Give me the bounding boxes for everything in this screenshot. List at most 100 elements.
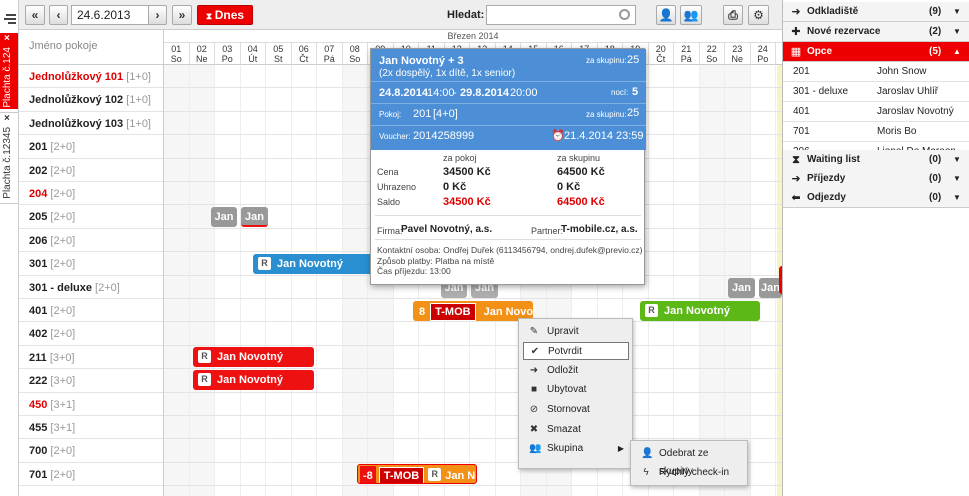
first-button[interactable]: «	[25, 5, 45, 25]
opce-item[interactable]: 301 - deluxe Jaroslav Uhlíř	[783, 82, 969, 102]
chevron-down-icon: ▼	[953, 155, 961, 164]
room-capacity: [2+0]	[50, 164, 76, 177]
day-name: Čt	[656, 54, 666, 64]
room-capacity: [3+1]	[50, 398, 76, 411]
room-name[interactable]: 701 [2+0]	[29, 469, 75, 481]
menu-item-smazat[interactable]: ✖ Smazat	[523, 421, 629, 439]
room-label: Jednolůžkový 102	[29, 94, 124, 107]
room-name[interactable]: Jednolůžkový 103 [1+0]	[29, 118, 151, 130]
prev-button[interactable]: ‹	[49, 5, 68, 25]
room-name[interactable]: 402 [2+0]	[29, 328, 75, 340]
room-name[interactable]: 201 [2+0]	[29, 141, 75, 153]
opce-item[interactable]: 401 Jaroslav Novotný	[783, 102, 969, 122]
menu-item-skupina[interactable]: 👥 Skupina ▶	[523, 440, 629, 458]
day-header: 23 Ne	[725, 43, 751, 65]
reservation-bar[interactable]: 8T-MOBJan Novotn	[413, 301, 533, 321]
room-name[interactable]: 700 [2+0]	[29, 445, 75, 457]
opce-guest: Moris Bo	[877, 126, 917, 137]
panel-odjezdy[interactable]: ⬅ Odjezdy (0) ▼	[783, 188, 969, 208]
room-capacity: [1+0]	[126, 117, 151, 130]
room-capacity: [2+0]	[50, 211, 76, 224]
close-icon[interactable]: ×	[4, 113, 10, 124]
search-icon[interactable]	[619, 9, 630, 20]
today-button[interactable]: ⧗ Dnes	[197, 5, 253, 25]
room-name[interactable]: 205 [2+0]	[29, 211, 75, 223]
room-name[interactable]: 301 [2+0]	[29, 258, 75, 270]
menu-item-odebrat-ze-skupiny[interactable]: 👤 Odebrat ze skupiny	[635, 445, 745, 477]
room-name[interactable]: 455 [3+1]	[29, 422, 75, 434]
menu-item-ubytovat[interactable]: ■ Ubytovat	[523, 381, 629, 399]
day-name: Čt	[299, 54, 309, 64]
print-icon[interactable]: ⎙	[723, 5, 743, 25]
day-number: 21	[681, 44, 692, 54]
room-label: 301 - deluxe	[29, 281, 92, 294]
room-name[interactable]: 204 [2+0]	[29, 188, 75, 200]
panel-waiting-list[interactable]: ⧗ Waiting list (0) ▼	[783, 150, 969, 170]
opce-room: 301 - deluxe	[793, 86, 849, 97]
check-icon: ✔	[530, 346, 540, 357]
search-input[interactable]	[486, 5, 636, 25]
panel-nove-rezervace[interactable]: ✚ Nové rezervace (2) ▼	[783, 22, 969, 42]
day-header: 20 Čt	[648, 43, 674, 65]
room-name[interactable]: 301 - deluxe [2+0]	[29, 282, 120, 294]
next-button[interactable]: ›	[148, 5, 167, 25]
reservation-bar[interactable]: R Jan Novotný	[253, 254, 373, 274]
room-name[interactable]: 206 [2+0]	[29, 235, 75, 247]
day-number: 01	[171, 44, 182, 54]
side-tab-plachta-12345[interactable]: × Plachta č.12345	[0, 112, 18, 204]
opce-item[interactable]: 701 Moris Bo	[783, 122, 969, 142]
room-name[interactable]: Jednolůžkový 102 [1+0]	[29, 94, 151, 106]
opce-item[interactable]: 201 John Snow	[783, 62, 969, 82]
menu-item-upravit[interactable]: ✎ Upravit	[523, 323, 629, 341]
add-guest-icon[interactable]: 👤	[656, 5, 676, 25]
settings-icon[interactable]: ⚙	[748, 5, 769, 25]
room-name-column: Jméno pokoje Jednolůžkový 101 [1+0] Jedno…	[19, 30, 164, 496]
group-icon[interactable]: 👥	[680, 5, 702, 25]
room-label: Jednolůžkový 103	[29, 117, 124, 130]
reservation-bar[interactable]: Jan	[211, 207, 237, 227]
menu-item-potvrdit[interactable]: ✔ Potvrdit	[523, 342, 629, 360]
menu-item-odlozit[interactable]: ➜ Odložit	[523, 362, 629, 380]
reservation-bar[interactable]: R Jan Novotný	[640, 301, 760, 321]
delete-icon: ✖	[529, 424, 539, 435]
day-number: 07	[324, 44, 335, 54]
reservation-bar[interactable]: -8T-MOBRJan Nov	[357, 464, 477, 484]
last-button[interactable]: »	[172, 5, 192, 25]
menu-icon[interactable]	[3, 14, 16, 24]
room-name[interactable]: 450 [3+1]	[29, 399, 75, 411]
day-header: 01 So	[164, 43, 190, 65]
room-name[interactable]: 202 [2+0]	[29, 165, 75, 177]
tmob-badge: T-MOB	[430, 303, 476, 321]
day-header: 02 Ne	[189, 43, 215, 65]
room-name[interactable]: 401 [2+0]	[29, 305, 75, 317]
side-tab-plachta-124[interactable]: × Plachta č.124	[0, 33, 18, 109]
room-capacity: [2+0]	[50, 141, 76, 154]
room-capacity: [2+0]	[50, 468, 76, 481]
arrow-right-icon: ➜	[529, 365, 539, 376]
close-icon[interactable]: ×	[4, 33, 10, 44]
room-name[interactable]: 222 [3+0]	[29, 375, 75, 387]
day-header: 04 Út	[240, 43, 266, 65]
panel-odkladiste[interactable]: ➜ Odkladiště (9) ▼	[783, 2, 969, 22]
panel-prijezdy[interactable]: ➜ Příjezdy (0) ▼	[783, 169, 969, 189]
menu-item-stornovat[interactable]: ⊘ Stornovat	[523, 401, 629, 419]
r-icon: R	[645, 304, 658, 317]
panel-opce[interactable]: ▦ Opce (5) ▲	[783, 42, 969, 62]
menu-item-rychly-check-in[interactable]: ϟ Rychlý check-in	[635, 464, 745, 482]
reservation-bar[interactable]: Jan	[241, 207, 268, 227]
room-capacity: [1+0]	[126, 71, 151, 83]
popup-header: Jan Novotný + 3 (2x dospělý, 1x dítě, 1x…	[371, 49, 646, 150]
reservation-bar[interactable]: R Jan Novotný	[193, 370, 314, 390]
reservation-bar[interactable]: Jan	[728, 278, 755, 298]
reservation-bar[interactable]: R Jan Novotný	[193, 347, 314, 367]
room-name[interactable]: Jednolůžkový 101 [1+0]	[29, 71, 151, 83]
toolbar: « ‹ 24.6.2013 › » ⧗ Dnes Hledat: 👤 👥 ⎙ ⚙	[19, 0, 782, 30]
room-name[interactable]: 211 [3+0]	[29, 352, 75, 364]
group-icon: 👥	[529, 443, 542, 454]
room-label: 211	[29, 351, 47, 364]
room-capacity: [2+0]	[50, 234, 76, 247]
room-capacity: [2+0]	[95, 281, 120, 294]
submenu: 👤 Odebrat ze skupiny ϟ Rychlý check-in	[630, 440, 748, 486]
room-label: 222	[29, 375, 48, 388]
chevron-down-icon: ▼	[953, 174, 961, 183]
